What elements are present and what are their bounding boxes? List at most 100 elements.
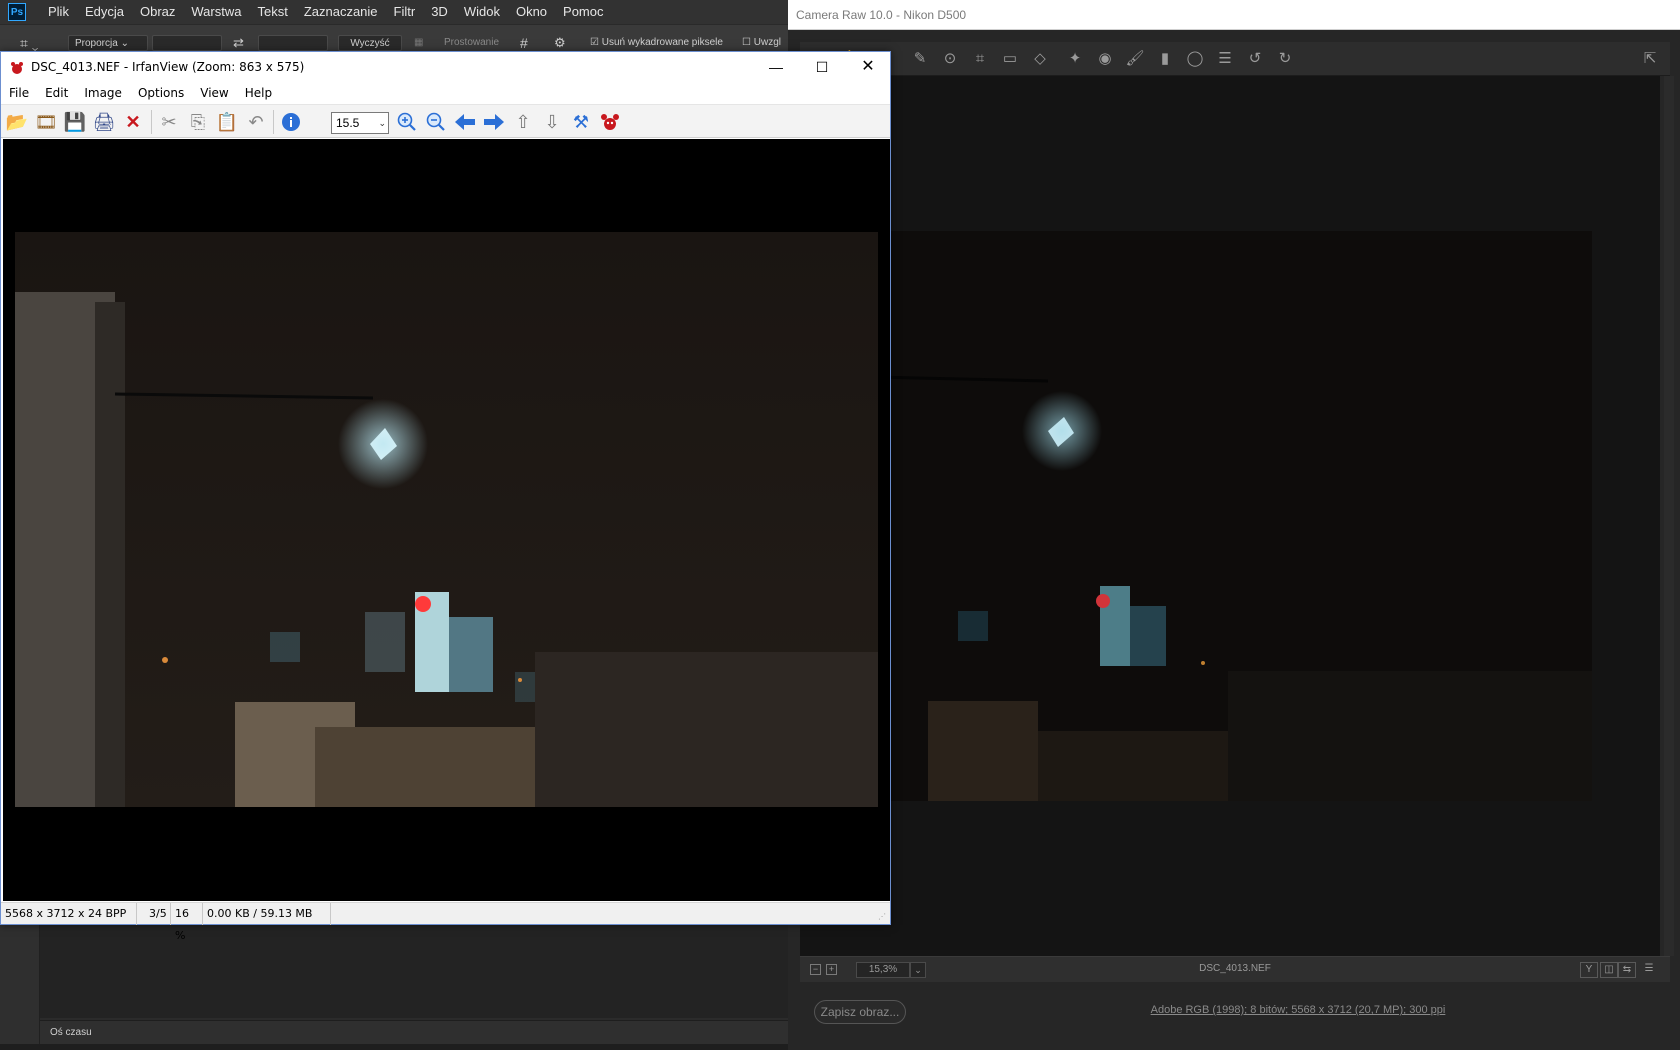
first-page-icon[interactable]: ⇧ <box>511 110 535 134</box>
compare-icon[interactable]: ◫ <box>1600 962 1618 978</box>
status-size: 0.00 KB / 59.13 MB <box>203 903 331 925</box>
camera-raw-toolbar: ⌕ ✋ ✎ ⊙ ⌗ ▭ ◇ ✦ ◉ 🖌 ▮ ◯ ☰ ↺ ↻ ⇱ <box>800 42 1670 76</box>
rotate-left-icon[interactable]: ↺ <box>1245 49 1265 69</box>
photoshop-logo[interactable]: Ps <box>8 3 26 21</box>
straighten-icon[interactable]: ▦ <box>414 35 423 51</box>
toolbar-separator <box>151 110 152 134</box>
camera-raw-title: Camera Raw 10.0 - Nikon D500 <box>788 0 1680 30</box>
previous-image-icon[interactable] <box>453 110 477 134</box>
fullscreen-icon[interactable]: ⇱ <box>1640 49 1660 69</box>
photoshop-bottom-edge <box>0 1044 788 1050</box>
adjustment-brush-icon[interactable]: 🖌 <box>1125 49 1145 69</box>
preferences-icon[interactable]: ☰ <box>1215 49 1235 69</box>
resize-grip-icon[interactable]: ⋰ <box>878 912 888 922</box>
zoom-combobox[interactable]: 15.5 ⌄ <box>331 112 389 134</box>
spot-removal-icon[interactable]: ✦ <box>1065 49 1085 69</box>
ps-menu-filter[interactable]: Filtr <box>386 0 424 24</box>
irfanview-menubar: File Edit Image Options View Help <box>1 82 890 104</box>
info-icon[interactable] <box>279 110 303 134</box>
zoom-value: 15.5 <box>336 116 360 130</box>
irfanview-titlebar: DSC_4013.NEF - IrfanView (Zoom: 863 x 57… <box>1 52 890 82</box>
irfanview-window: DSC_4013.NEF - IrfanView (Zoom: 863 x 57… <box>0 51 891 942</box>
transform-icon[interactable]: ◇ <box>1030 49 1050 69</box>
iv-menu-file[interactable]: File <box>1 82 37 104</box>
content-aware-label: Uwzgl <box>753 37 781 48</box>
last-page-icon[interactable]: ⇩ <box>540 110 564 134</box>
iv-menu-view[interactable]: View <box>192 82 236 104</box>
ps-menu-type[interactable]: Tekst <box>249 0 295 24</box>
delete-cropped-checkbox[interactable]: ☑ Usuń wykadrowane piksele <box>590 35 723 51</box>
gear-icon[interactable]: ⚙ <box>554 35 566 51</box>
save-icon[interactable]: 💾 <box>63 110 87 134</box>
crop-icon[interactable]: ⌗ <box>970 49 990 69</box>
ps-menu-image[interactable]: Obraz <box>132 0 183 24</box>
camera-raw-photo <box>808 231 1592 801</box>
camera-raw-preview[interactable] <box>800 76 1660 956</box>
camera-raw-scrollbar[interactable] <box>1664 76 1674 956</box>
settings-tools-icon[interactable]: ⚒ <box>569 110 593 134</box>
iv-menu-help[interactable]: Help <box>237 82 280 104</box>
ps-menu-select[interactable]: Zaznaczanie <box>296 0 386 24</box>
iv-menu-options[interactable]: Options <box>130 82 192 104</box>
open-folder-icon[interactable]: 📂 <box>5 110 29 134</box>
ps-menu-help[interactable]: Pomoc <box>555 0 611 24</box>
rotate-right-icon[interactable]: ↻ <box>1275 49 1295 69</box>
irfanview-logo-icon[interactable] <box>598 110 622 134</box>
minimize-icon[interactable]: — <box>753 52 799 82</box>
camera-raw-filename: DSC_4013.NEF <box>1199 963 1271 974</box>
graduated-filter-icon[interactable]: ▮ <box>1155 49 1175 69</box>
close-icon[interactable]: ✕ <box>845 52 891 82</box>
settings-sliders-icon[interactable]: ☰ <box>1640 962 1658 978</box>
iv-menu-edit[interactable]: Edit <box>37 82 76 104</box>
irfanview-statusbar: 5568 x 3712 x 24 BPP 3/5 16 % 0.00 KB / … <box>1 902 890 942</box>
irfanview-window-title: DSC_4013.NEF - IrfanView (Zoom: 863 x 57… <box>31 60 305 74</box>
color-sampler-icon[interactable]: ⊙ <box>940 49 960 69</box>
toolbar-separator <box>273 110 274 134</box>
ps-menu-edit[interactable]: Edycja <box>77 0 132 24</box>
ps-menu-layer[interactable]: Warstwa <box>183 0 249 24</box>
ratio-width-input[interactable] <box>152 35 222 51</box>
next-image-icon[interactable] <box>482 110 506 134</box>
undo-icon[interactable]: ↶ <box>244 110 268 134</box>
status-index: 3/5 <box>145 903 171 925</box>
straighten-icon[interactable]: ▭ <box>1000 49 1020 69</box>
filter-icon[interactable]: Y <box>1580 962 1598 978</box>
timeline-tab[interactable]: Oś czasu <box>40 1020 788 1044</box>
swap-icon[interactable]: ⇆ <box>1618 962 1636 978</box>
radial-filter-icon[interactable]: ◯ <box>1185 49 1205 69</box>
save-image-button[interactable]: Zapisz obraz... <box>814 1000 906 1024</box>
slideshow-icon[interactable]: 🎞 <box>34 110 58 134</box>
print-icon[interactable]: 🖨 <box>92 110 116 134</box>
red-eye-icon[interactable]: ◉ <box>1095 49 1115 69</box>
swap-icon[interactable]: ⇄ <box>233 35 244 51</box>
night-city-photo <box>15 232 878 807</box>
iv-menu-image[interactable]: Image <box>76 82 130 104</box>
ps-menu-file[interactable]: Plik <box>40 0 77 24</box>
maximize-icon[interactable]: ☐ <box>799 52 845 82</box>
zoom-out-icon[interactable] <box>424 110 448 134</box>
cut-icon[interactable]: ✂ <box>157 110 181 134</box>
ps-menu-3d[interactable]: 3D <box>423 0 456 24</box>
workflow-options-link[interactable]: Adobe RGB (1998); 8 bitów; 5568 x 3712 (… <box>948 1004 1648 1016</box>
ratio-dropdown[interactable]: Proporcja ⌄ <box>68 35 148 51</box>
zoom-in-icon[interactable] <box>395 110 419 134</box>
content-aware-checkbox[interactable]: ☐ Uwzgl <box>742 35 781 51</box>
chevron-down-icon[interactable]: ⌄ <box>378 113 386 133</box>
status-zoom: 16 % <box>171 903 203 942</box>
ps-menu-window[interactable]: Okno <box>508 0 555 24</box>
irfanview-photo <box>15 232 878 807</box>
irfanview-image-area[interactable] <box>3 139 890 901</box>
night-city-photo-dark <box>808 231 1592 801</box>
ps-menu-view[interactable]: Widok <box>456 0 508 24</box>
grid-overlay-icon[interactable]: # <box>520 35 528 51</box>
ratio-height-input[interactable] <box>258 35 328 51</box>
eyedropper-icon[interactable]: ✎ <box>910 49 930 69</box>
clear-button[interactable]: Wyczyść <box>338 35 402 51</box>
delete-icon[interactable]: ✕ <box>121 110 145 134</box>
crop-tool-icon[interactable]: ⌗ ⌄ <box>20 35 38 51</box>
paste-icon[interactable]: 📋 <box>215 110 239 134</box>
copy-icon[interactable]: ⎘ <box>186 110 210 134</box>
straighten-label[interactable]: Prostowanie <box>444 35 499 51</box>
camera-raw-zoom-bar: − + 15,3% ⌄ DSC_4013.NEF Y ◫ ⇆ ☰ <box>800 956 1670 982</box>
irfanview-app-icon[interactable] <box>9 60 25 76</box>
